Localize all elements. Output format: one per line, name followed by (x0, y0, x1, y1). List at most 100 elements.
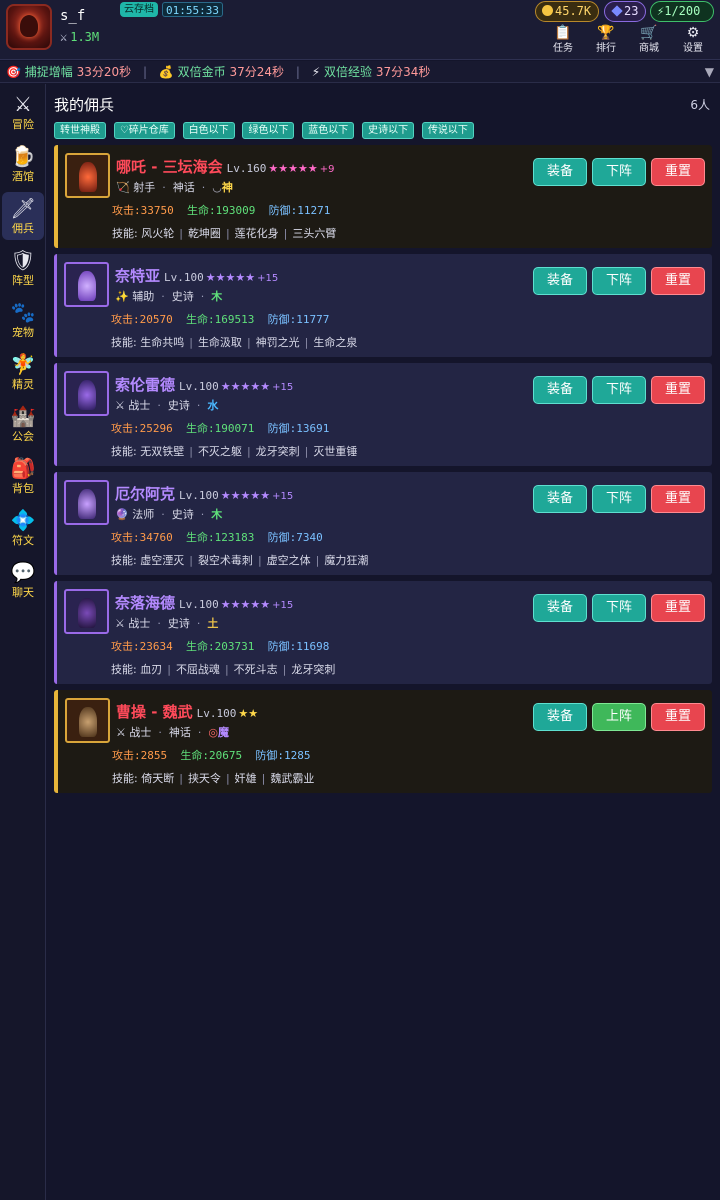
deploy-button[interactable]: 上阵 (592, 703, 646, 731)
skill-name: 神罚之光 (255, 336, 300, 349)
hp-value: 203731 (214, 640, 255, 653)
reset-button[interactable]: 重置 (651, 376, 705, 404)
energy-counter[interactable]: ⚡1/200 (650, 1, 714, 22)
hero-name-row: 曹操 - 魏武 Lv.100 ★★ (116, 701, 258, 722)
meta-separator: · (162, 181, 166, 194)
filter-fragment-storage[interactable]: ♡碎片仓库 (113, 122, 175, 139)
sidebar-item-chat[interactable]: 💬 聊天 (2, 556, 44, 604)
hero-card[interactable]: 奈特亚 Lv.100 ★★★★★ +15 ✨ 辅助 · 史诗 · 木 攻击:20570 生命:… (54, 254, 712, 357)
bow-icon: 🏹 (116, 181, 130, 194)
hero-stats: 攻击:23634 生命:203731 防御:11698 (111, 638, 329, 654)
gem-icon (611, 5, 623, 17)
hero-name: 索伦雷德 (115, 376, 176, 394)
sidebar-item-formation[interactable]: 🛡 阵型 (2, 244, 44, 292)
hero-portrait[interactable] (64, 589, 109, 634)
undeploy-button[interactable]: 下阵 (592, 485, 646, 513)
hero-skills: 技能: 生命共鸣 | 生命汲取 | 神罚之光 | 生命之泉 (111, 334, 357, 350)
hero-portrait[interactable] (65, 153, 110, 198)
sidebar-item-backpack[interactable]: 🎒 背包 (2, 452, 44, 500)
undeploy-button[interactable]: 下阵 (592, 267, 646, 295)
hero-class: 辅助 (132, 290, 155, 303)
menu-tasks-label: 任务 (553, 43, 573, 54)
hero-card[interactable]: 哪吒 - 三坛海会 Lv.160 ★★★★★ +9 🏹 射手 · 神话 · ◡神 攻击:337… (54, 145, 712, 248)
menu-settings-button[interactable]: ⚙ 设置 (673, 24, 713, 60)
skills-label: 技能: (112, 772, 138, 785)
sidebar-item-guild[interactable]: 🏰 公会 (2, 400, 44, 448)
skill-separator: | (225, 772, 230, 785)
skill-separator: | (225, 227, 230, 240)
reset-button[interactable]: 重置 (651, 267, 705, 295)
reset-button[interactable]: 重置 (651, 158, 705, 186)
equip-button[interactable]: 装备 (533, 376, 587, 404)
hero-stats: 攻击:34760 生命:123183 防御:7340 (111, 529, 323, 545)
hero-rarity: 神话 (172, 181, 195, 194)
star-rating: ★★★★★ (205, 271, 256, 284)
sidebar-item-rune[interactable]: 💠 符文 (2, 504, 44, 552)
hero-class: 战士 (128, 617, 151, 630)
undeploy-button[interactable]: 下阵 (592, 594, 646, 622)
hero-portrait[interactable] (65, 698, 110, 743)
equip-button[interactable]: 装备 (533, 267, 587, 295)
skill-name: 无双铁壁 (140, 445, 185, 458)
hp-label: 生命: (180, 749, 209, 762)
hero-card[interactable]: 曹操 - 魏武 Lv.100 ★★ ⚔ 战士 · 神话 · ◎魔 攻击:2855 生命:20… (54, 690, 712, 793)
sidebar-item-label: 宠物 (12, 326, 34, 339)
hero-name: 厄尔阿克 (115, 485, 176, 503)
gem-counter[interactable]: 23 (604, 1, 646, 22)
hero-rarity: 史诗 (167, 399, 190, 412)
hero-name: 奈落海德 (115, 594, 176, 612)
menu-tasks-button[interactable]: 📋 任务 (543, 24, 583, 60)
hero-rarity: 史诗 (171, 290, 194, 303)
undeploy-button[interactable]: 下阵 (592, 158, 646, 186)
hero-skills: 技能: 虚空湮灭 | 裂空术毒刺 | 虚空之体 | 魔力狂潮 (111, 552, 368, 568)
skill-name: 魏武霸业 (270, 772, 315, 785)
equip-button[interactable]: 装备 (533, 703, 587, 731)
hero-portrait[interactable] (64, 371, 109, 416)
gold-counter[interactable]: 45.7K (535, 1, 599, 22)
menu-ranking-button[interactable]: 🏆 排行 (586, 24, 626, 60)
filter-green-below[interactable]: 绿色以下 (242, 122, 295, 139)
cloud-save-button[interactable]: 云存档 (120, 2, 158, 17)
equip-button[interactable]: 装备 (533, 158, 587, 186)
reset-button[interactable]: 重置 (651, 703, 705, 731)
skill-name: 魔力狂潮 (324, 554, 369, 567)
top-bar: s_f ⚔ 1.3M 云存档 01:55:33 45.7K 23 ⚡1/200 📋… (0, 0, 720, 60)
hero-card[interactable]: 奈落海德 Lv.100 ★★★★★ +15 ⚔ 战士 · 史诗 · 土 攻击:23634 生命… (54, 581, 712, 684)
filter-epic-below[interactable]: 史诗以下 (362, 122, 415, 139)
skill-separator: | (257, 554, 262, 567)
equip-button[interactable]: 装备 (533, 485, 587, 513)
hero-class: 射手 (133, 181, 156, 194)
reset-button[interactable]: 重置 (651, 485, 705, 513)
sidebar-item-label: 公会 (12, 430, 34, 443)
filter-white-below[interactable]: 白色以下 (182, 122, 235, 139)
filter-blue-below[interactable]: 蓝色以下 (302, 122, 355, 139)
buff-gold-label: 双倍金币 (177, 65, 226, 79)
skill-name: 血刃 (140, 663, 163, 676)
chevron-down-icon[interactable]: ▼ (705, 61, 714, 83)
sidebar-item-mercenary[interactable]: 🗡 佣兵 (2, 192, 44, 240)
sidebar-item-tavern[interactable]: 🍺 酒馆 (2, 140, 44, 188)
atk-value: 34760 (139, 531, 173, 544)
hero-portrait[interactable] (64, 262, 109, 307)
equip-button[interactable]: 装备 (533, 594, 587, 622)
skill-separator: | (189, 554, 193, 567)
menu-shop-button[interactable]: 🛒 商城 (629, 24, 669, 60)
buff-exp-time: 37分34秒 (375, 65, 431, 79)
clipboard-icon: 📋 (554, 25, 572, 41)
gold-value: 45.7K (555, 4, 592, 18)
filter-reincarnation-temple[interactable]: 转世神殿 (54, 122, 106, 139)
skill-separator: | (246, 336, 251, 349)
hero-element: 土 (207, 617, 219, 630)
hero-portrait[interactable] (64, 480, 109, 525)
player-avatar[interactable] (6, 4, 52, 50)
sidebar-item-adventure[interactable]: ⚔ 冒险 (2, 88, 44, 136)
undeploy-button[interactable]: 下阵 (592, 376, 646, 404)
hero-card[interactable]: 厄尔阿克 Lv.100 ★★★★★ +15 🔮 法师 · 史诗 · 木 攻击:34760 生命… (54, 472, 712, 575)
reset-button[interactable]: 重置 (651, 594, 705, 622)
hero-stats: 攻击:20570 生命:169513 防御:11777 (111, 311, 329, 327)
filter-legend-below[interactable]: 传说以下 (421, 122, 474, 139)
sidebar-item-spirit[interactable]: 🧚 精灵 (2, 348, 44, 396)
hero-card[interactable]: 索伦雷德 Lv.100 ★★★★★ +15 ⚔ 战士 · 史诗 · 水 攻击:25296 生命… (54, 363, 712, 466)
sidebar-item-pet[interactable]: 🐾 宠物 (2, 296, 44, 344)
skill-separator: | (315, 554, 320, 567)
